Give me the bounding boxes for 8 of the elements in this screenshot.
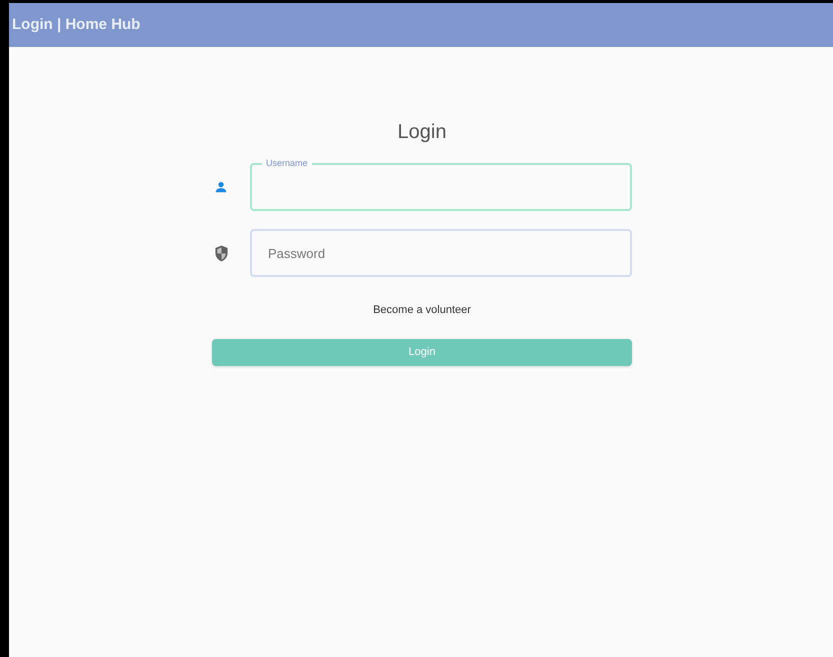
person-icon	[214, 180, 228, 194]
password-field[interactable]: Password	[250, 229, 632, 277]
username-label: Username	[262, 157, 312, 169]
login-button[interactable]: Login	[212, 338, 632, 366]
volunteer-link[interactable]: Become a volunteer	[373, 302, 471, 318]
login-heading: Login	[398, 120, 446, 145]
shield-icon	[214, 244, 228, 262]
window-title: Login | Home Hub	[12, 14, 140, 35]
